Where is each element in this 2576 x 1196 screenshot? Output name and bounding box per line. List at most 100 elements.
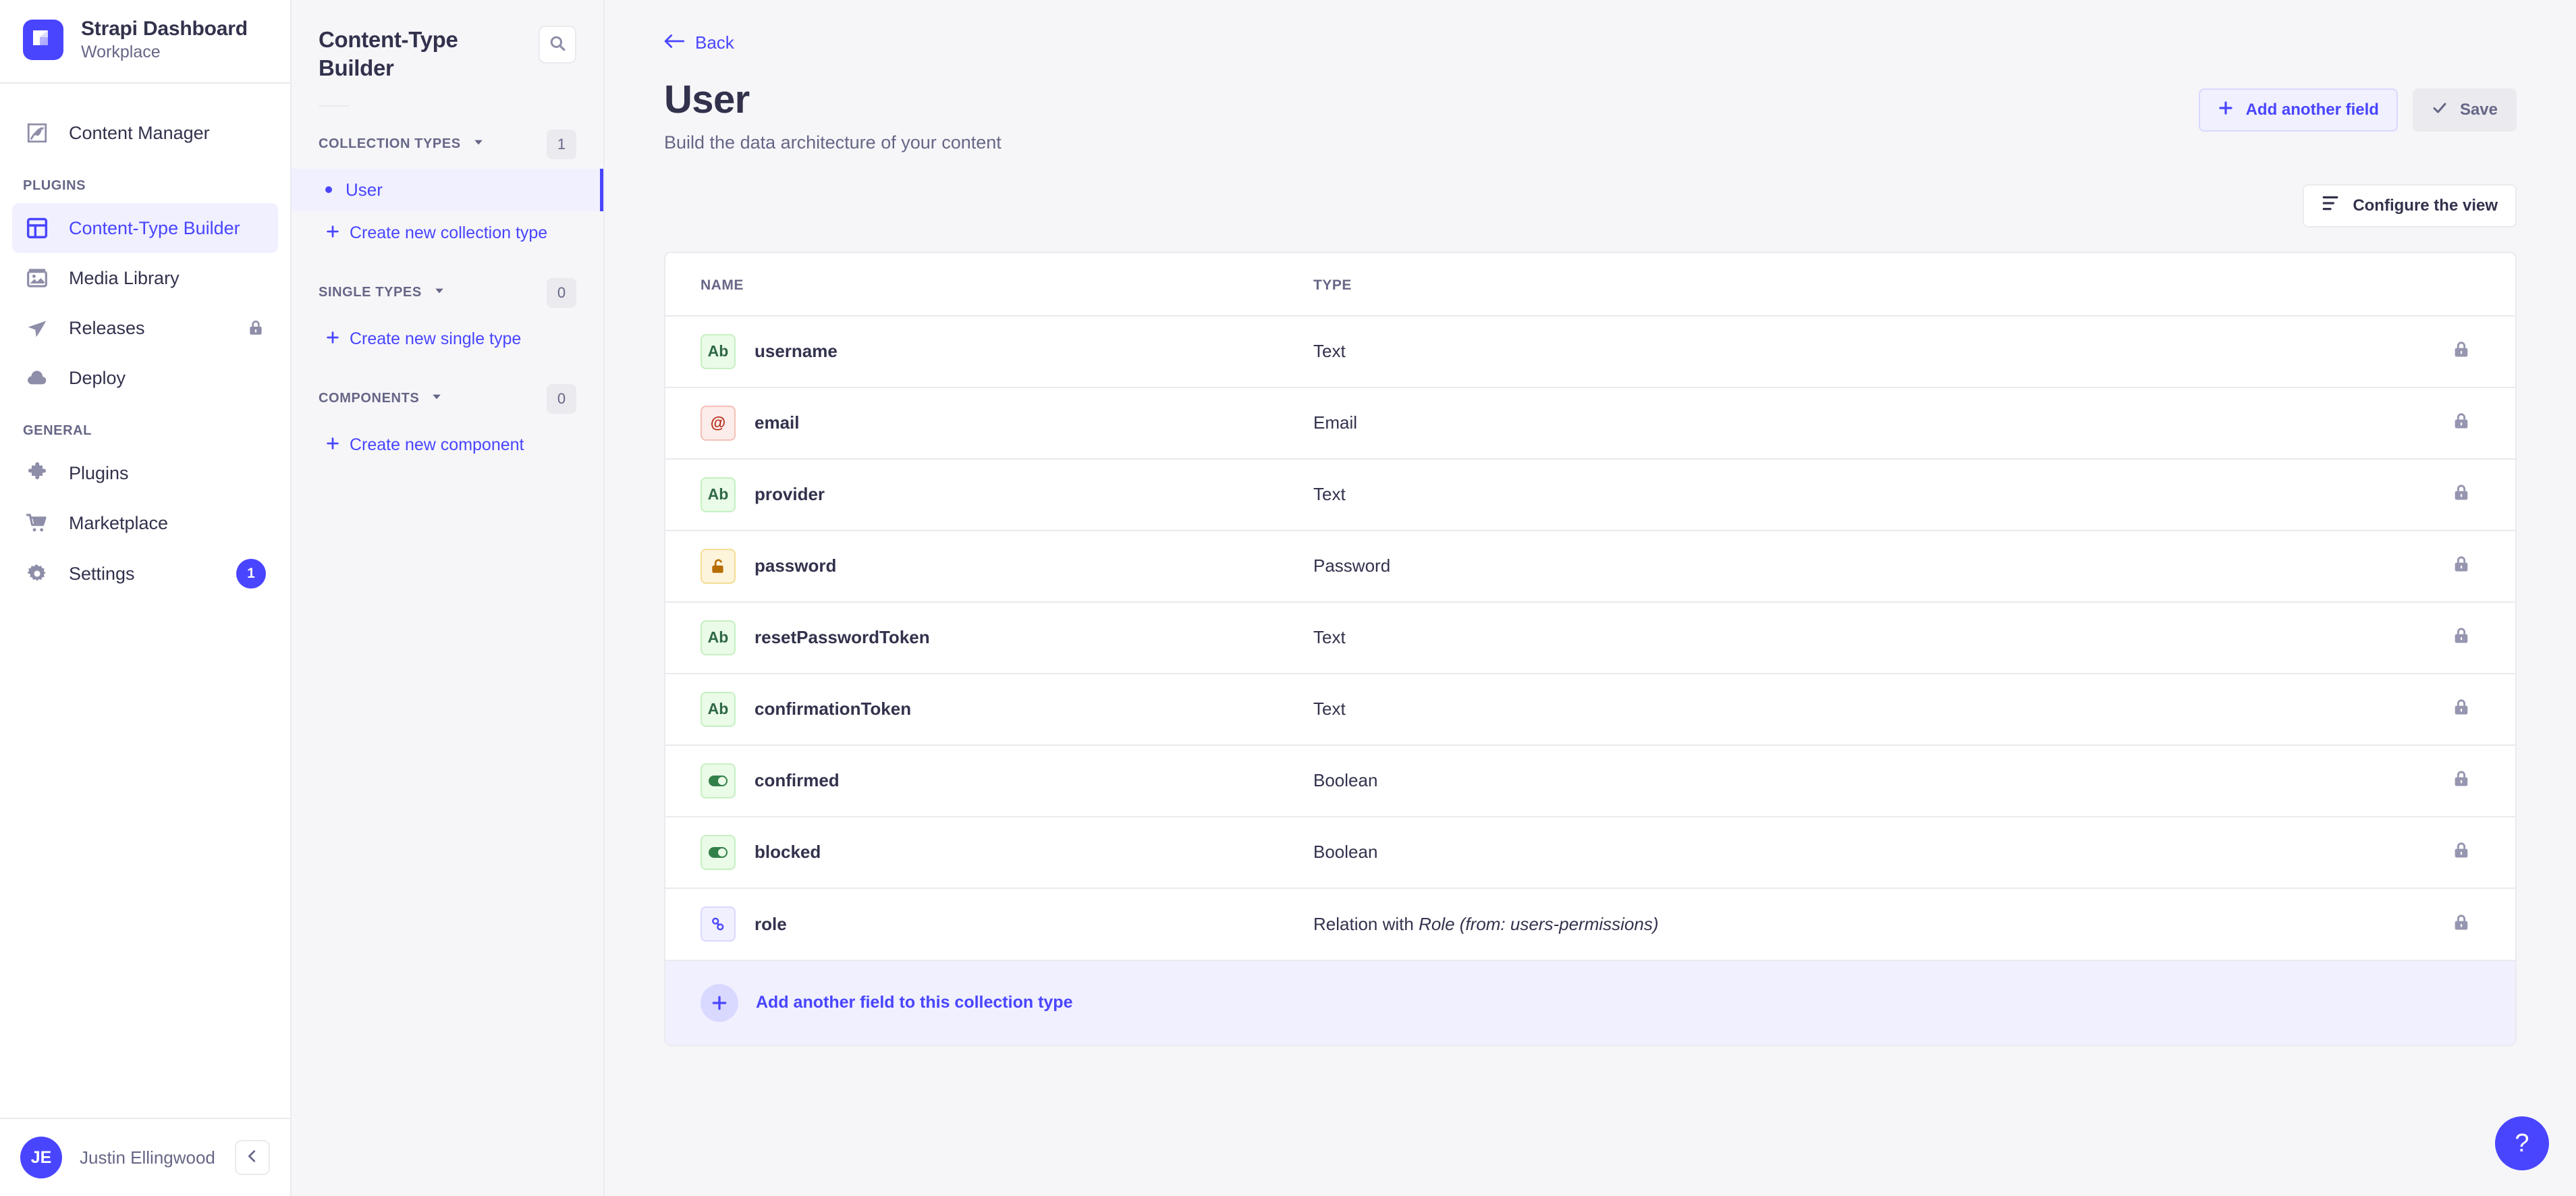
arrow-left-icon bbox=[664, 32, 685, 53]
paper-plane-icon bbox=[23, 314, 51, 342]
cell-actions bbox=[2407, 315, 2515, 388]
field-type: Text bbox=[1313, 458, 2407, 531]
sidebar-user-footer[interactable]: JE Justin Ellingwood bbox=[0, 1118, 290, 1196]
field-name: confirmed bbox=[755, 770, 840, 791]
sidebar-item-label: Plugins bbox=[69, 462, 129, 483]
create-new-collection-type-link[interactable]: Create new collection type bbox=[292, 211, 603, 255]
create-new-single-type-link[interactable]: Create new single type bbox=[292, 317, 603, 361]
sidebar-item-label: Marketplace bbox=[69, 512, 169, 533]
text-field-icon: Ab bbox=[701, 333, 736, 369]
add-another-field-to-collection-button[interactable]: Add another field to this collection typ… bbox=[665, 959, 2515, 1045]
field-name: password bbox=[755, 555, 837, 576]
configure-the-view-button[interactable]: Configure the view bbox=[2303, 184, 2517, 227]
table-row[interactable]: Ab resetPasswordToken Text bbox=[665, 601, 2515, 674]
relation-field-icon bbox=[701, 906, 736, 942]
header-actions: Add another field Save bbox=[2198, 88, 2517, 132]
table-row[interactable]: Ab provider Text bbox=[665, 458, 2515, 531]
text-field-icon: Ab bbox=[701, 620, 736, 655]
field-type: Relation with Role (from: users-permissi… bbox=[1313, 888, 2407, 960]
add-another-field-button[interactable]: Add another field bbox=[2198, 88, 2398, 132]
lock-icon bbox=[2452, 485, 2471, 505]
sidebar-item-deploy[interactable]: Deploy bbox=[12, 353, 278, 403]
help-button[interactable]: ? bbox=[2495, 1116, 2549, 1170]
group-count: 1 bbox=[547, 129, 576, 159]
shopping-cart-icon bbox=[23, 509, 51, 537]
sidebar-item-media-library[interactable]: Media Library bbox=[12, 253, 278, 303]
back-button[interactable]: Back bbox=[664, 32, 734, 53]
main-sidebar: Strapi Dashboard Workplace Content Manag… bbox=[0, 0, 292, 1196]
table-row[interactable]: confirmed Boolean bbox=[665, 744, 2515, 817]
table-row[interactable]: blocked Boolean bbox=[665, 816, 2515, 889]
sidebar-brand[interactable]: Strapi Dashboard Workplace bbox=[0, 0, 290, 84]
page-title: User bbox=[664, 78, 750, 121]
table-row[interactable]: Ab confirmationToken Text bbox=[665, 673, 2515, 746]
image-icon bbox=[23, 264, 51, 292]
cloud-icon bbox=[23, 364, 51, 392]
content-type-subnav: Content-Type Builder COLLECTION TYPES 1 … bbox=[292, 0, 605, 1196]
sidebar-item-label: Media Library bbox=[69, 267, 180, 288]
cell-actions bbox=[2407, 744, 2515, 817]
column-header-name: NAME bbox=[665, 252, 1313, 317]
app-root: Strapi Dashboard Workplace Content Manag… bbox=[0, 0, 2576, 1196]
password-field-icon bbox=[701, 548, 736, 584]
lock-icon bbox=[2452, 914, 2471, 935]
table-row[interactable]: @ email Email bbox=[665, 387, 2515, 460]
field-type: Password bbox=[1313, 530, 2407, 603]
search-button[interactable] bbox=[539, 26, 576, 63]
sidebar-item-content-manager[interactable]: Content Manager bbox=[12, 108, 278, 158]
page-subtitle: Build the data architecture of your cont… bbox=[664, 132, 1002, 153]
collapse-sidebar-button[interactable] bbox=[235, 1140, 270, 1175]
group-header-components[interactable]: COMPONENTS 0 bbox=[292, 361, 603, 423]
search-icon bbox=[549, 34, 566, 55]
save-button[interactable]: Save bbox=[2412, 88, 2517, 132]
group-label: COLLECTION TYPES bbox=[319, 136, 461, 152]
cell-actions bbox=[2407, 601, 2515, 674]
field-name: blocked bbox=[755, 842, 821, 863]
bullet-icon bbox=[325, 186, 332, 194]
create-link-label: Create new component bbox=[350, 435, 524, 454]
configure-row: Configure the view bbox=[605, 153, 2576, 227]
lock-icon bbox=[2452, 413, 2471, 433]
field-name: resetPasswordToken bbox=[755, 627, 930, 648]
sidebar-item-content-type-builder[interactable]: Content-Type Builder bbox=[12, 203, 278, 253]
plus-icon bbox=[325, 224, 340, 242]
field-type: Boolean bbox=[1313, 744, 2407, 817]
cell-name: Ab provider bbox=[665, 458, 1313, 531]
content-type-item-user[interactable]: User bbox=[292, 168, 603, 211]
sidebar-item-marketplace[interactable]: Marketplace bbox=[12, 498, 278, 548]
cell-name: role bbox=[665, 888, 1313, 960]
lock-icon bbox=[2452, 842, 2471, 863]
table-row[interactable]: password Password bbox=[665, 530, 2515, 603]
save-label: Save bbox=[2459, 101, 2498, 119]
add-field-footer-label: Add another field to this collection typ… bbox=[756, 993, 1073, 1012]
field-type: Boolean bbox=[1313, 816, 2407, 889]
lock-icon bbox=[2452, 699, 2471, 719]
sidebar-item-plugins[interactable]: Plugins bbox=[12, 448, 278, 498]
group-header-collection-types[interactable]: COLLECTION TYPES 1 bbox=[292, 107, 603, 169]
field-name: provider bbox=[755, 484, 825, 505]
sidebar-item-label: Releases bbox=[69, 317, 145, 338]
create-new-component-link[interactable]: Create new component bbox=[292, 423, 603, 467]
subnav-title: Content-Type Builder bbox=[319, 27, 458, 80]
gear-icon bbox=[23, 560, 51, 588]
main-header: Back User Build the data architecture of… bbox=[605, 0, 2576, 153]
configure-label: Configure the view bbox=[2353, 196, 2498, 215]
brand-title: Strapi Dashboard bbox=[81, 18, 248, 40]
cell-actions bbox=[2407, 816, 2515, 889]
sidebar-item-settings[interactable]: Settings 1 bbox=[12, 548, 278, 599]
title-block: User Build the data architecture of your… bbox=[664, 78, 2199, 153]
lock-icon bbox=[2452, 628, 2471, 648]
avatar: JE bbox=[20, 1137, 62, 1178]
column-header-actions bbox=[2407, 252, 2515, 317]
group-header-single-types[interactable]: SINGLE TYPES 0 bbox=[292, 255, 603, 317]
table-row[interactable]: Ab username Text bbox=[665, 315, 2515, 388]
boolean-field-icon bbox=[701, 834, 736, 870]
strapi-logo-icon bbox=[23, 20, 63, 60]
cell-actions bbox=[2407, 458, 2515, 531]
cell-name: @ email bbox=[665, 387, 1313, 460]
sliders-icon bbox=[2322, 195, 2339, 216]
table-row[interactable]: role Relation with Role (from: users-per… bbox=[665, 888, 2515, 960]
sidebar-item-releases[interactable]: Releases bbox=[12, 303, 278, 353]
sidebar-item-label: Deploy bbox=[69, 367, 126, 388]
field-name: username bbox=[755, 341, 838, 362]
